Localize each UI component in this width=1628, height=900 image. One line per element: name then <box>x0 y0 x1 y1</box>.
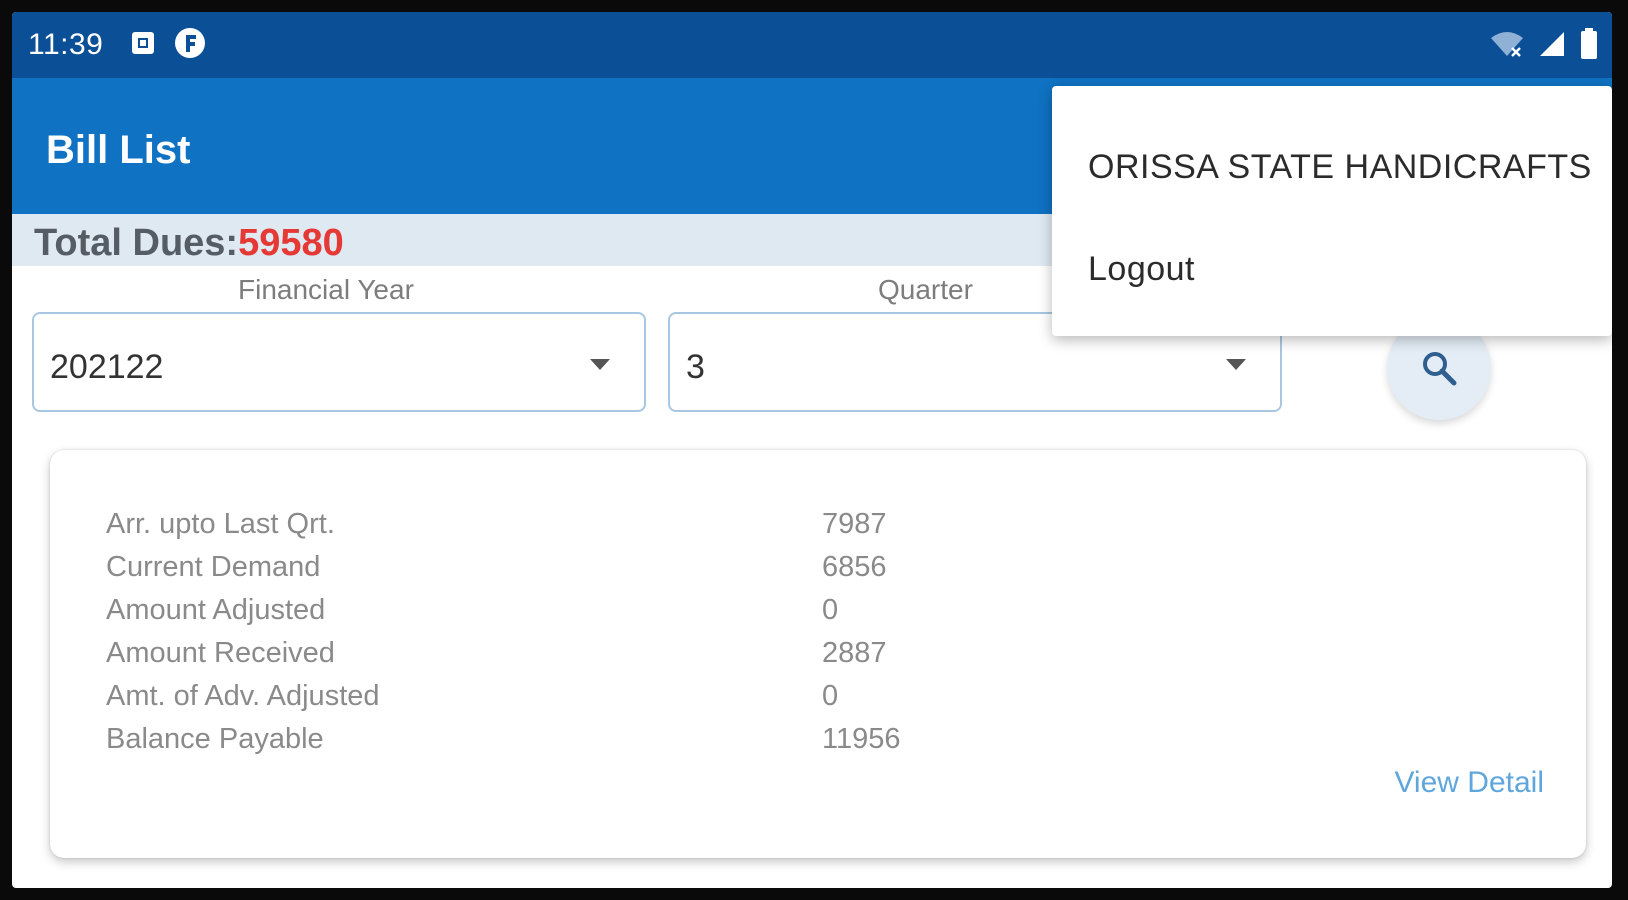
total-dues-value: 59580 <box>238 222 344 264</box>
row-label: Current Demand <box>106 551 321 583</box>
total-dues-label: Total Dues: <box>34 222 239 264</box>
view-detail-link[interactable]: View Detail <box>1394 766 1544 800</box>
financial-year-caption: Financial Year <box>238 274 414 305</box>
search-icon <box>1423 352 1457 386</box>
status-time: 11:39 <box>28 28 104 61</box>
total-dues: Total Dues:59580 <box>34 222 344 265</box>
row-value: 11956 <box>822 723 901 755</box>
dropdown-arrow-icon <box>1226 358 1246 376</box>
page-title: Bill List <box>46 128 191 172</box>
financial-year-value: 202122 <box>50 348 164 386</box>
financial-year-select[interactable]: 202122 <box>32 312 646 412</box>
overflow-menu: ORISSA STATE HANDICRAFTS Logout <box>1052 86 1612 336</box>
row-label: Amount Received <box>106 637 335 669</box>
notification-square-icon <box>130 30 156 61</box>
battery-icon <box>1580 28 1598 65</box>
row-label: Arr. upto Last Qrt. <box>106 508 335 540</box>
signal-icon <box>1538 30 1566 63</box>
row-value: 2887 <box>822 637 887 669</box>
row-value: 6856 <box>822 551 887 583</box>
row-value: 7987 <box>822 508 887 540</box>
status-bar: 11:39 <box>12 12 1612 78</box>
wifi-off-icon <box>1490 30 1524 63</box>
row-label: Amount Adjusted <box>106 594 326 626</box>
quarter-caption: Quarter <box>878 274 973 305</box>
dropdown-arrow-icon <box>590 358 610 376</box>
row-value: 0 <box>822 680 839 712</box>
quarter-value: 3 <box>686 348 705 386</box>
bill-card: Arr. upto Last Qrt. 7987 Current Demand … <box>50 450 1586 858</box>
row-label: Amt. of Adv. Adjusted <box>106 680 380 712</box>
phone-screen: 11:39 Bill List Total Dues:59580 Financi… <box>12 12 1612 888</box>
menu-item-logout[interactable]: Logout <box>1088 250 1195 289</box>
row-label: Balance Payable <box>106 723 324 755</box>
app-f-icon <box>174 27 206 64</box>
menu-item-organization[interactable]: ORISSA STATE HANDICRAFTS <box>1088 148 1592 187</box>
row-value: 0 <box>822 594 839 626</box>
